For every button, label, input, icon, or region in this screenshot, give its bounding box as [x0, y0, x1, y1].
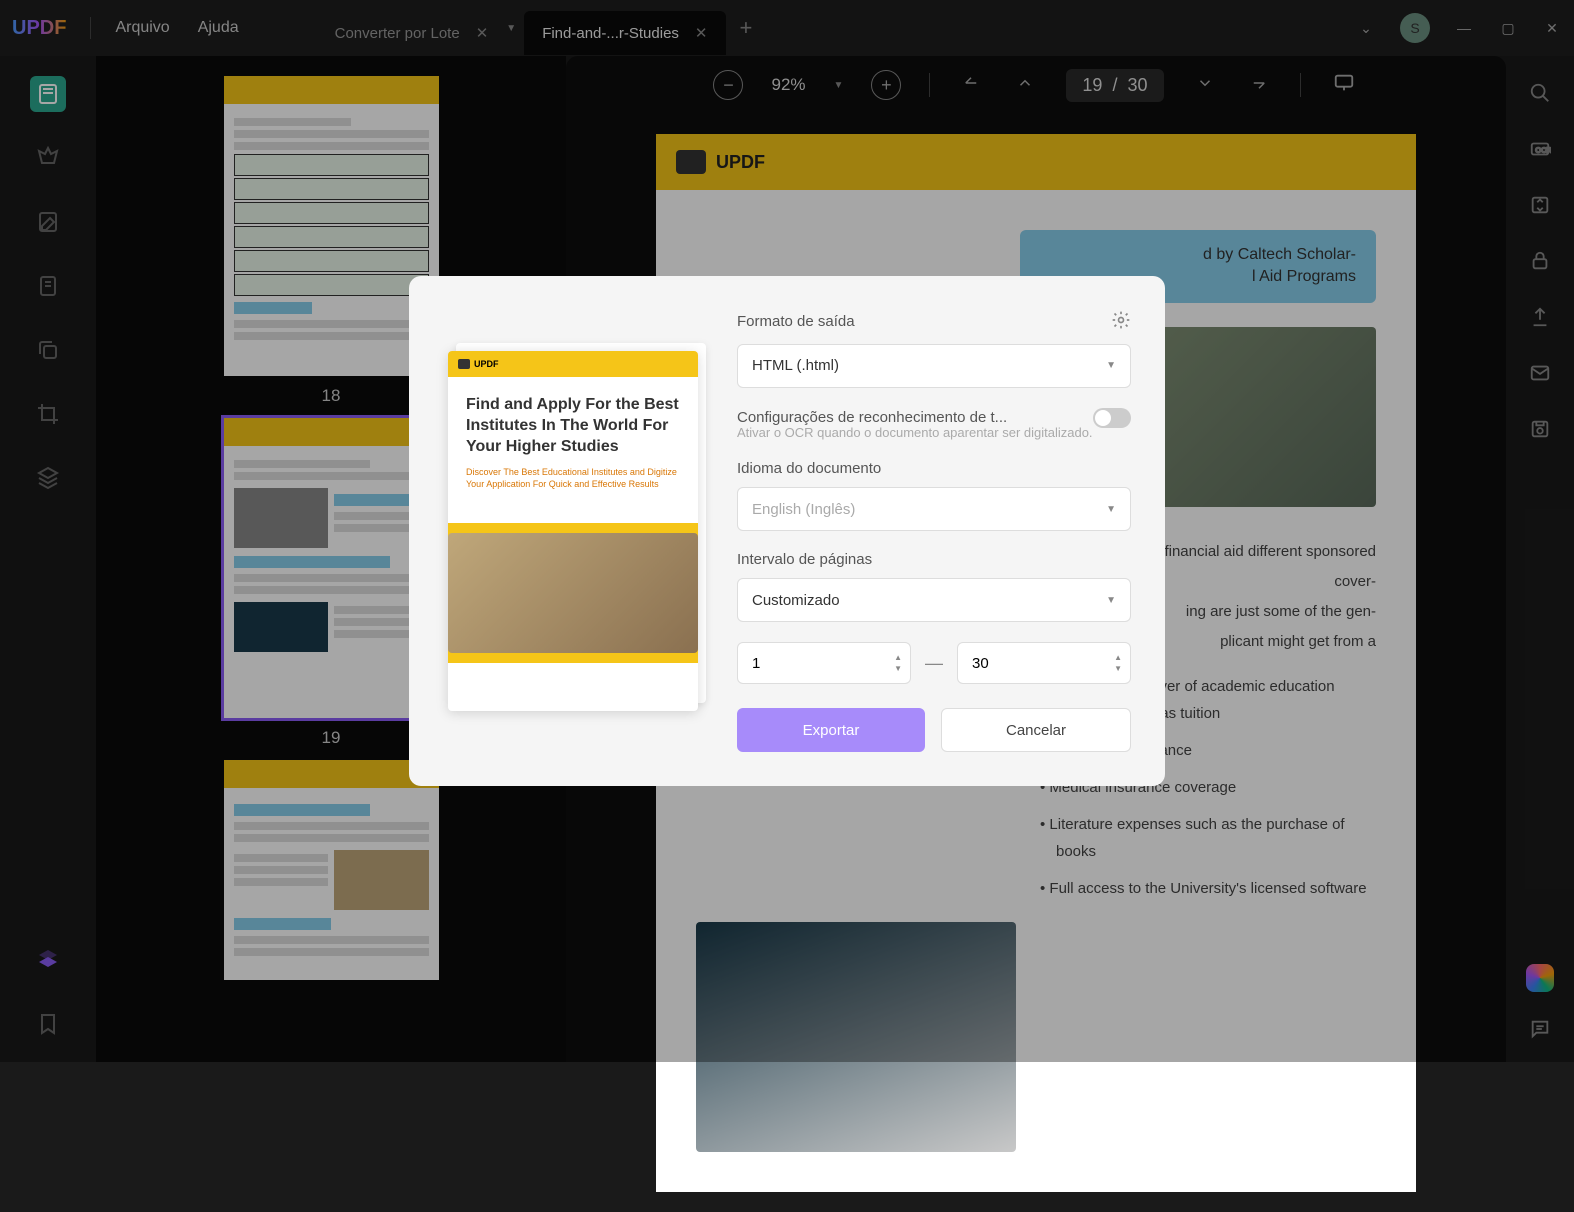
export-button[interactable]: Exportar: [737, 708, 925, 752]
range-from-input[interactable]: 1 ▲▼: [737, 642, 911, 684]
spinner-icon[interactable]: ▲▼: [894, 653, 902, 673]
chevron-down-icon: ▼: [1106, 595, 1116, 606]
modal-preview: UPDF Find and Apply For the Best Institu…: [443, 310, 703, 752]
chevron-down-icon: ▼: [1106, 360, 1116, 371]
language-label: Idioma do documento: [737, 460, 881, 477]
modal-backdrop: UPDF Find and Apply For the Best Institu…: [0, 0, 1574, 1062]
ocr-toggle[interactable]: [1093, 408, 1131, 428]
spinner-icon[interactable]: ▲▼: [1114, 653, 1122, 673]
range-label: Intervalo de páginas: [737, 551, 872, 568]
chevron-down-icon: ▼: [1106, 504, 1116, 515]
cancel-button[interactable]: Cancelar: [941, 708, 1131, 752]
output-format-select[interactable]: HTML (.html) ▼: [737, 344, 1131, 388]
export-modal: UPDF Find and Apply For the Best Institu…: [409, 276, 1165, 786]
range-select[interactable]: Customizado ▼: [737, 578, 1131, 622]
preview-title: Find and Apply For the Best Institutes I…: [466, 395, 680, 457]
range-to-input[interactable]: 30 ▲▼: [957, 642, 1131, 684]
preview-subtitle: Discover The Best Educational Institutes…: [466, 467, 680, 490]
gear-icon[interactable]: [1111, 310, 1131, 334]
output-format-label: Formato de saída: [737, 313, 855, 330]
range-separator: —: [925, 653, 943, 674]
language-select[interactable]: English (Inglês) ▼: [737, 487, 1131, 531]
ocr-hint: Ativar o OCR quando o documento aparenta…: [737, 424, 1131, 442]
